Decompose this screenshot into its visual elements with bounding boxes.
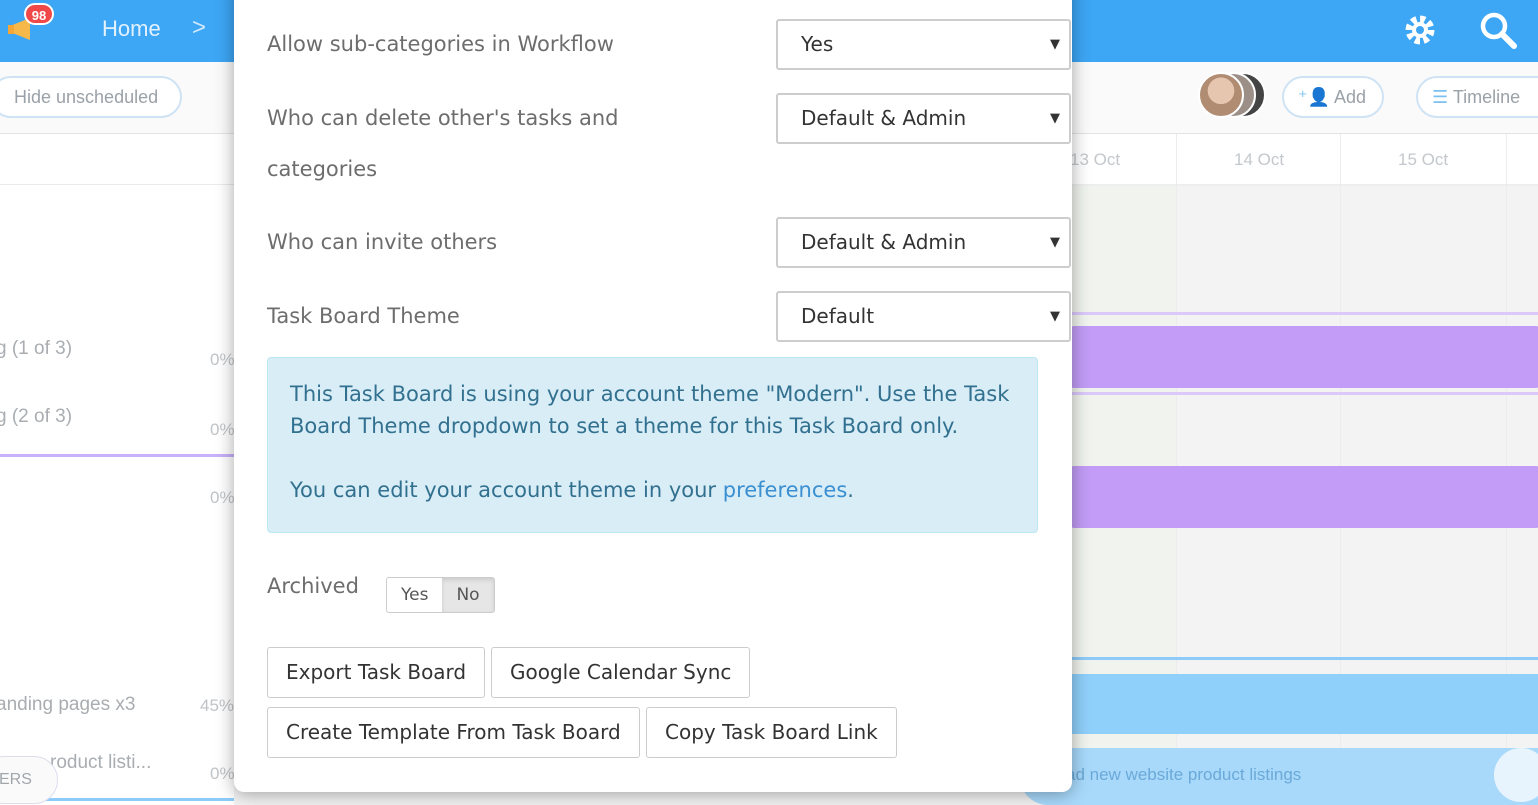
gantt-task-label: ad new website product listings [1066, 765, 1302, 784]
setting-label: Who can invite others [267, 230, 498, 254]
create-template-button[interactable]: Create Template From Task Board [267, 707, 640, 758]
gantt-task-bar[interactable] [1070, 326, 1538, 388]
select-value: Default & Admin [801, 106, 967, 130]
theme-info-alert: This Task Board is using your account th… [267, 357, 1038, 533]
add-user-button[interactable]: ⁺👤 Add [1282, 76, 1384, 118]
chevron-down-icon: ▼ [1050, 37, 1060, 52]
timeline-button[interactable]: ☰ Timeline [1416, 76, 1538, 118]
filters-button[interactable]: ERS [0, 756, 58, 804]
task-row-progress: 0% [210, 764, 235, 783]
info-text-prefix: You can edit your account theme in your [290, 478, 723, 502]
setting-board-theme: Task Board Theme Default ▼ [267, 291, 1071, 342]
setting-subcategories: Allow sub-categories in Workflow Yes ▼ [267, 19, 1071, 70]
board-theme-select[interactable]: Default ▼ [776, 291, 1071, 342]
subcategories-select[interactable]: Yes ▼ [776, 19, 1071, 70]
gear-icon[interactable] [1400, 10, 1440, 50]
task-row-label[interactable]: roduct listi... [50, 752, 151, 774]
task-row-progress: 0% [210, 420, 235, 439]
gantt-group-bar[interactable] [1070, 674, 1538, 734]
add-user-icon: ⁺👤 [1298, 87, 1330, 107]
preferences-link[interactable]: preferences [723, 478, 848, 502]
select-value: Default & Admin [801, 230, 967, 254]
breadcrumb-home[interactable]: Home [102, 16, 161, 42]
archived-no-option[interactable]: No [442, 578, 494, 612]
setting-label: Allow sub-categories in Workflow [267, 32, 614, 56]
timeline-date-header: 13 Oct 14 Oct 15 Oct [1070, 134, 1538, 186]
setting-delete-permissions: Who can delete other's tasks and categor… [267, 93, 1071, 195]
avatar [1198, 72, 1244, 118]
gantt-task-bar[interactable] [1070, 466, 1538, 528]
archived-label: Archived [267, 574, 359, 598]
setting-label-continued: categories [267, 157, 378, 181]
member-avatars[interactable] [1198, 72, 1270, 120]
task-row-progress: 45% [200, 696, 235, 715]
google-calendar-sync-button[interactable]: Google Calendar Sync [491, 647, 751, 698]
hide-unscheduled-button[interactable]: Hide unscheduled [0, 76, 182, 118]
date-label: 15 Oct [1398, 150, 1449, 169]
task-row-progress: 0% [210, 488, 235, 507]
copy-task-board-link-button[interactable]: Copy Task Board Link [646, 707, 897, 758]
task-list-panel: g (1 of 3) 0% g (2 of 3) 0% 0% anding pa… [0, 134, 235, 805]
export-task-board-button[interactable]: Export Task Board [267, 647, 486, 698]
search-icon[interactable] [1476, 8, 1520, 52]
info-text: This Task Board is using your account th… [290, 382, 1010, 438]
date-label: 13 Oct [1070, 150, 1121, 169]
delete-permission-select[interactable]: Default & Admin ▼ [776, 93, 1071, 144]
chevron-down-icon: ▼ [1050, 111, 1060, 126]
notification-count-badge: 98 [24, 3, 54, 25]
timeline-label: Timeline [1452, 87, 1521, 107]
task-row-label[interactable]: g (1 of 3) [0, 338, 72, 360]
timeline-icon: ☰ [1432, 87, 1449, 107]
breadcrumb-separator: > [192, 14, 207, 41]
setting-invite-permissions: Who can invite others Default & Admin ▼ [267, 217, 1071, 268]
select-value: Default [801, 304, 875, 328]
add-label: Add [1333, 87, 1366, 107]
chevron-down-icon: ▼ [1050, 309, 1060, 324]
task-row-label[interactable]: anding pages x3 [0, 694, 135, 716]
hide-unscheduled-label: Hide unscheduled [14, 87, 159, 107]
info-text-preferences: You can edit your account theme in your … [290, 474, 1015, 506]
task-row-label[interactable]: g (2 of 3) [0, 406, 72, 428]
select-value: Yes [801, 32, 834, 56]
board-settings-modal: Allow sub-categories in Workflow Yes ▼ W… [234, 0, 1072, 792]
archived-yes-option[interactable]: Yes [387, 578, 442, 612]
setting-label: Task Board Theme [267, 304, 460, 328]
task-row-progress: 0% [210, 350, 235, 369]
info-text-suffix: . [847, 478, 854, 502]
invite-permission-select[interactable]: Default & Admin ▼ [776, 217, 1071, 268]
date-label: 14 Oct [1234, 150, 1285, 169]
chevron-down-icon: ▼ [1050, 235, 1060, 250]
archived-toggle: Yes No [386, 577, 495, 613]
setting-label: Who can delete other's tasks and [267, 106, 619, 130]
